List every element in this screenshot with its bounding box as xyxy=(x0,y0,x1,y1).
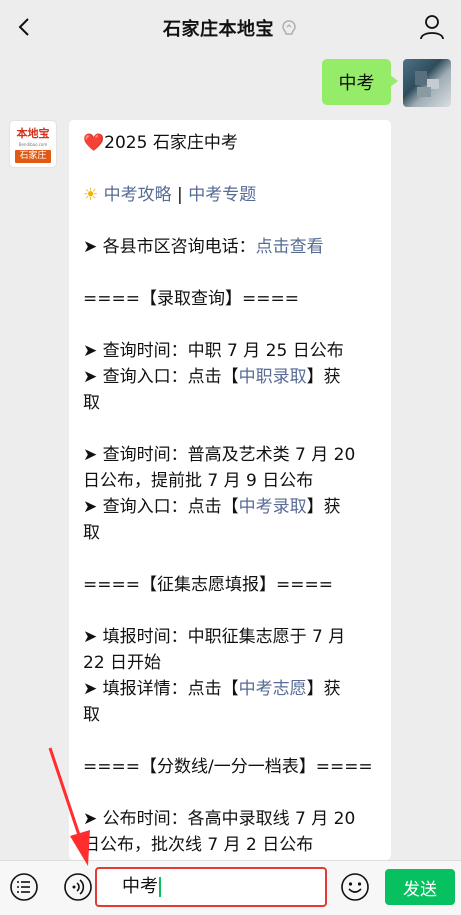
message-title-line: ❤️2025 石家庄中考 xyxy=(83,130,391,156)
text-caret xyxy=(159,877,161,897)
vocational-query-time: ➤ 查询时间：中职 7 月 25 日公布 xyxy=(83,341,344,361)
zhongkao-topic-link[interactable]: 中考专题 xyxy=(188,185,256,205)
message-input-value: 中考 xyxy=(122,876,158,897)
entry-prefix: ➤ 查询入口：点击【 xyxy=(83,497,239,517)
highschool-query-entry: ➤ 查询入口：点击【中考录取】获 xyxy=(83,494,391,520)
chat-title-group: 石家庄本地宝 xyxy=(163,15,298,41)
entry-suffix: 】获 xyxy=(306,367,341,387)
detail-prefix: ➤ 填报详情：点击【 xyxy=(83,679,239,699)
link-separator: | xyxy=(171,185,189,205)
bendibao-avatar[interactable]: 本地宝 Bendibao.com 石家庄 xyxy=(9,120,57,168)
emoji-icon[interactable] xyxy=(339,871,371,903)
input-toolbar: 中考 发送 xyxy=(0,860,461,915)
chat-header: 石家庄本地宝 xyxy=(0,0,461,56)
score-publish-time-1: ➤ 公布时间：各高中录取线 7 月 20 xyxy=(83,809,356,829)
user-avatar[interactable] xyxy=(403,59,451,107)
entry-suffix: 】获 xyxy=(306,497,341,517)
phone-line: ➤ 各县市区咨询电话：点击查看 xyxy=(83,234,391,260)
entry-prefix: ➤ 查询入口：点击【 xyxy=(83,367,239,387)
fill-detail: ➤ 填报详情：点击【中考志愿】获 xyxy=(83,676,391,702)
vocational-admission-link[interactable]: 中职录取 xyxy=(239,367,307,387)
detail-suffix: 】获 xyxy=(306,679,341,699)
menu-icon[interactable] xyxy=(8,871,40,903)
entry-tail: 取 xyxy=(83,523,100,543)
incoming-message-bubble: ❤️2025 石家庄中考 ☀ 中考攻略 | 中考专题 ➤ 各县市区咨询电话：点击… xyxy=(69,120,391,860)
official-account-icon xyxy=(280,19,298,37)
section-supplementary-volunteer: ====【征集志愿填报】==== xyxy=(83,575,333,595)
vocational-query-entry: ➤ 查询入口：点击【中职录取】获 xyxy=(83,364,391,390)
outgoing-message-bubble[interactable]: 中考 xyxy=(322,59,398,105)
zhongkao-guide-link[interactable]: 中考攻略 xyxy=(104,185,172,205)
zhongkao-volunteer-link[interactable]: 中考志愿 xyxy=(239,679,307,699)
highschool-query-time-1: ➤ 查询时间：普高及艺术类 7 月 20 xyxy=(83,445,356,465)
bendibao-logo-url: Bendibao.com xyxy=(18,142,48,147)
bendibao-city-tag: 石家庄 xyxy=(15,150,51,163)
highschool-query-time-2: 日公布，提前批 7 月 9 日公布 xyxy=(83,471,314,491)
profile-icon[interactable] xyxy=(417,12,447,42)
section-admission-query: ====【录取查询】==== xyxy=(83,289,299,309)
score-publish-time-2: 日公布，批次线 7 月 2 日公布 xyxy=(83,835,314,855)
back-icon[interactable] xyxy=(10,12,40,42)
fill-time-2: 22 日开始 xyxy=(83,653,162,673)
outgoing-message-text: 中考 xyxy=(338,73,375,94)
heart-icon: ❤️ xyxy=(83,133,105,153)
guide-links-line: ☀ 中考攻略 | 中考专题 xyxy=(83,182,391,208)
phone-label: ➤ 各县市区咨询电话： xyxy=(83,237,256,257)
voice-icon[interactable] xyxy=(62,871,94,903)
zhongkao-admission-link[interactable]: 中考录取 xyxy=(239,497,307,517)
message-input[interactable]: 中考 xyxy=(95,867,327,907)
section-score-lines: ====【分数线/一分一档表】==== xyxy=(83,757,373,777)
detail-tail: 取 xyxy=(83,705,100,725)
bendibao-logo-text: 本地宝 xyxy=(16,127,50,140)
send-button[interactable]: 发送 xyxy=(385,869,455,905)
chat-title: 石家庄本地宝 xyxy=(163,19,274,40)
entry-tail: 取 xyxy=(83,393,100,413)
fill-time-1: ➤ 填报时间：中职征集志愿于 7 月 xyxy=(83,627,346,647)
message-title: 2025 石家庄中考 xyxy=(104,133,238,153)
sun-icon: ☀ xyxy=(83,185,99,205)
phone-view-link[interactable]: 点击查看 xyxy=(256,237,324,257)
